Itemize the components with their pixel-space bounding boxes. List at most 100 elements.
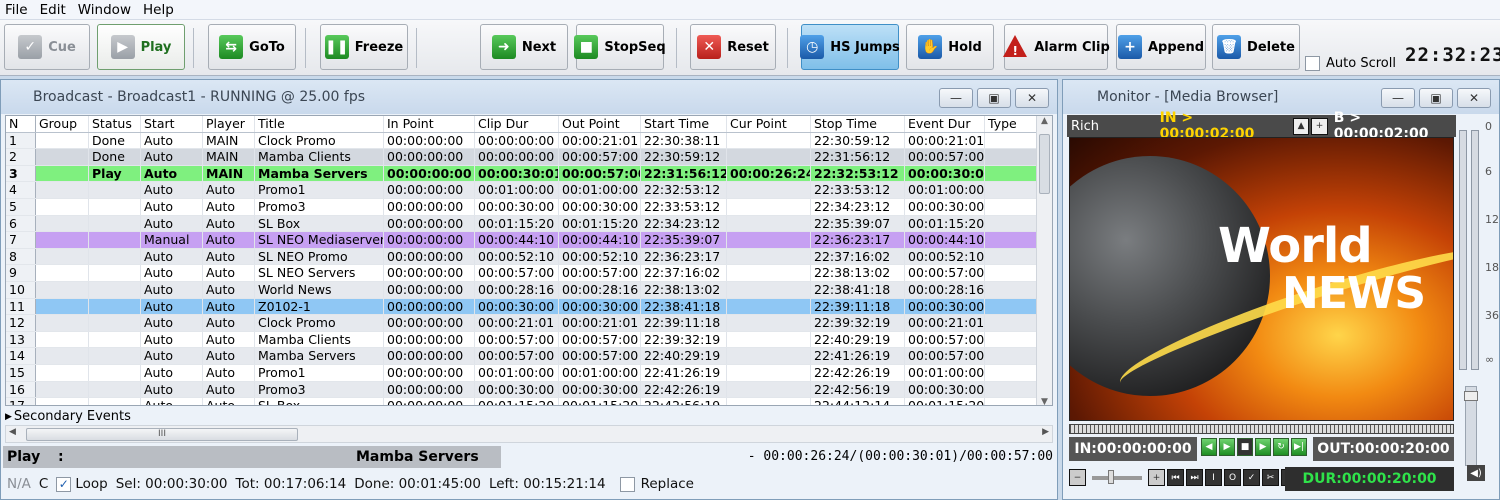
image-icon[interactable]: ▲ — [1292, 117, 1310, 135]
table-row[interactable]: 16 Auto Auto Promo3 00:00:00:00 00:00:30:00 00… — [6, 381, 1038, 399]
broadcast-titlebar: Broadcast - Broadcast1 - RUNNING @ 25.00… — [1, 80, 1057, 114]
zoom-in-icon[interactable]: + — [1148, 469, 1165, 486]
auto-scroll-checkbox[interactable] — [1305, 56, 1320, 71]
column-header-stop-time[interactable]: Stop Time — [811, 116, 905, 132]
scroll-up-icon[interactable]: ▲ — [1037, 116, 1052, 126]
volume-fader[interactable] — [1464, 386, 1478, 466]
table-cell — [727, 182, 811, 198]
column-header-player[interactable]: Player — [203, 116, 255, 132]
menu-file[interactable]: File — [0, 0, 35, 20]
table-cell — [36, 298, 89, 315]
hold-button[interactable]: ✋ Hold — [906, 24, 994, 70]
next-button[interactable]: ➜ Next — [480, 24, 568, 70]
column-header-event-dur[interactable]: Event Dur — [905, 116, 985, 132]
plus-icon[interactable]: + — [1311, 117, 1328, 135]
table-row[interactable]: 7 Manual Auto SL NEO Mediaservers 00:00:00:0… — [6, 232, 1038, 249]
freeze-button[interactable]: ❚❚ Freeze — [320, 24, 408, 70]
play-button[interactable]: ▶ Play — [97, 24, 185, 70]
column-header-start-time[interactable]: Start Time — [641, 116, 727, 132]
goto-button[interactable]: ⇆ GoTo — [208, 24, 296, 70]
cue-button[interactable]: ✓ Cue — [4, 24, 90, 70]
mark-out-icon[interactable]: O — [1224, 469, 1241, 486]
hs-jumps-button[interactable]: ◷ HS Jumps — [800, 24, 900, 70]
scrub-bar[interactable] — [1069, 424, 1454, 434]
zoom-out-icon[interactable]: − — [1069, 469, 1086, 486]
vertical-scrollbar[interactable]: ▲ ▼ — [1036, 116, 1052, 405]
column-header-out-point[interactable]: Out Point — [559, 116, 641, 132]
auto-scroll-toggle[interactable]: Auto Scroll — [1305, 56, 1396, 71]
delete-button[interactable]: 🗑 Delete — [1212, 24, 1300, 70]
stopseq-button[interactable]: ■ StopSeq — [574, 24, 666, 70]
column-header-start[interactable]: Start — [141, 116, 203, 132]
scroll-left-icon[interactable]: ◀ — [9, 427, 16, 437]
cut-icon[interactable]: ✂ — [1262, 469, 1279, 486]
table-row[interactable]: 15 Auto Auto Promo1 00:00:00:00 00:01:00:00 00… — [6, 365, 1038, 382]
column-header-status[interactable]: Status — [89, 116, 141, 132]
table-row[interactable]: 5 Auto Auto Promo3 00:00:00:00 00:00:30:00 00:… — [6, 199, 1038, 216]
separator — [416, 28, 417, 68]
forward-icon[interactable]: ▶ — [1219, 438, 1235, 456]
last-frame-icon[interactable]: ⏭ — [1186, 469, 1203, 486]
in-field[interactable]: IN:00:00:00:00 — [1069, 437, 1197, 461]
zoom-slider-handle[interactable] — [1108, 469, 1114, 484]
loop-checkbox[interactable]: ✓ — [56, 476, 72, 492]
scroll-thumb[interactable] — [1039, 134, 1050, 194]
confirm-icon[interactable]: ✓ — [1243, 469, 1260, 486]
loop-icon[interactable]: ↻ — [1273, 438, 1289, 456]
play-icon[interactable]: ▶ — [1255, 438, 1271, 456]
end-icon[interactable]: ▶| — [1291, 438, 1307, 456]
append-button[interactable]: + Append — [1116, 24, 1206, 70]
fader-handle[interactable] — [1464, 391, 1478, 401]
table-row[interactable]: 10 Auto Auto World News 00:00:00:00 00:00:28:… — [6, 282, 1038, 299]
horizontal-scrollbar[interactable]: ◀ III ▶ — [5, 425, 1053, 443]
table-row[interactable]: 1 Done Auto MAIN Clock Promo 00:00:00:00 00:00… — [6, 132, 1038, 150]
scroll-right-icon[interactable]: ▶ — [1042, 427, 1049, 437]
table-row[interactable]: 9 Auto Auto SL NEO Servers 00:00:00:00 00:00:… — [6, 265, 1038, 282]
table-row[interactable]: 14 Auto Auto Mamba Servers 00:00:00:00 00:00:… — [6, 348, 1038, 365]
cue-label: Cue — [48, 39, 76, 55]
row-number: 5 — [6, 199, 36, 215]
playlist-grid[interactable]: N Group Status Start Player Title In Point Clip… — [5, 115, 1053, 406]
column-header-type[interactable]: Type — [985, 116, 1038, 132]
minimize-button[interactable]: — — [1381, 88, 1415, 108]
stop-icon: ■ — [574, 35, 599, 59]
table-row[interactable]: 4 Auto Auto Promo1 00:00:00:00 00:01:00:00 00:… — [6, 182, 1038, 199]
column-header-group[interactable]: Group — [36, 116, 89, 132]
column-header-clip-dur[interactable]: Clip Dur — [475, 116, 559, 132]
mark-in-icon[interactable]: I — [1205, 469, 1222, 486]
column-header-cur-point[interactable]: Cur Point — [727, 116, 811, 132]
column-header-title[interactable]: Title — [255, 116, 384, 132]
horizontal-scroll-thumb[interactable]: III — [26, 428, 298, 441]
column-header-in-point[interactable]: In Point — [384, 116, 475, 132]
reset-button[interactable]: ✕ Reset — [690, 24, 776, 70]
replace-checkbox[interactable] — [619, 476, 635, 492]
table-row[interactable]: 12 Auto Auto Clock Promo 00:00:00:00 00:00:21… — [6, 315, 1038, 332]
table-row[interactable]: 2 Done Auto MAIN Mamba Clients 00:00:00:00 00:… — [6, 149, 1038, 166]
maximize-button[interactable]: ▣ — [977, 88, 1011, 108]
out-field[interactable]: OUT:00:00:20:00 — [1313, 437, 1454, 461]
alarm-clip-button[interactable]: ! Alarm Clip — [1003, 24, 1110, 70]
table-row[interactable]: 8 Auto Auto SL NEO Promo 00:00:00:00 00:00:52… — [6, 248, 1038, 266]
table-row[interactable]: 6 Auto Auto SL Box 00:00:00:00 00:01:15:20 00:… — [6, 215, 1038, 233]
scroll-down-icon[interactable]: ▼ — [1037, 397, 1052, 405]
column-header-n[interactable]: N — [6, 116, 36, 132]
minimize-button[interactable]: — — [939, 88, 973, 108]
close-button[interactable]: ✕ — [1015, 88, 1049, 108]
table-row[interactable]: 17 Auto Auto SL Box 00:00:00:00 00:01:15:20 00… — [6, 398, 1038, 405]
first-frame-icon[interactable]: ⏮ — [1167, 469, 1184, 486]
menu-edit[interactable]: Edit — [35, 0, 73, 20]
meter-tick: 12 — [1485, 213, 1499, 226]
close-button[interactable]: ✕ — [1457, 88, 1491, 108]
rewind-icon[interactable]: ◀ — [1201, 438, 1217, 456]
table-row[interactable]: 11 Auto Auto Z0102-1 00:00:00:00 00:00:30:00 0… — [6, 298, 1038, 316]
zoom-slider[interactable] — [1092, 469, 1142, 484]
video-preview: World NEWS — [1069, 137, 1454, 421]
speaker-icon[interactable]: ◀) — [1467, 465, 1485, 481]
secondary-events-toggle[interactable]: ▶ Secondary Events — [5, 408, 1053, 425]
stop-icon[interactable]: ■ — [1237, 438, 1253, 456]
maximize-button[interactable]: ▣ — [1419, 88, 1453, 108]
menu-help[interactable]: Help — [138, 0, 181, 20]
table-row[interactable]: 13 Auto Auto Mamba Clients 00:00:00:00 00:00:… — [6, 331, 1038, 349]
table-row[interactable]: 3 Play Auto MAIN Mamba Servers 00:00:00:00 00:… — [6, 165, 1038, 183]
menu-window[interactable]: Window — [73, 0, 138, 20]
